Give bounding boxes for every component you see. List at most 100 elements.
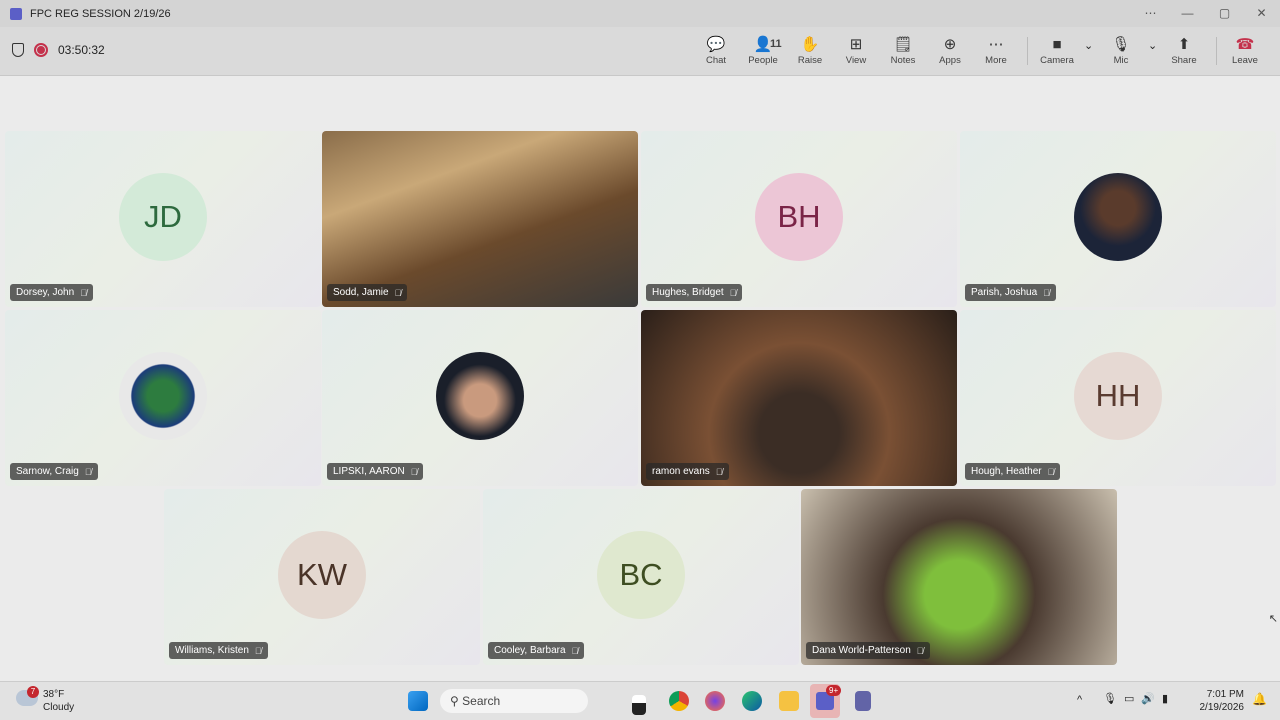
taskbar-search[interactable]: ⚲ Search <box>440 689 588 713</box>
toolbar-raise-button[interactable]: ✋ Raise <box>787 35 833 66</box>
weather-widget[interactable]: 38°F Cloudy <box>43 688 74 714</box>
participant-name: Hughes, Bridget <box>652 287 724 298</box>
avatar-initials: BH <box>755 173 843 261</box>
mic-muted-icon: 🎙̸ <box>254 645 262 656</box>
teams-logo-icon <box>10 7 22 20</box>
share-icon: ⬆ <box>1177 36 1191 53</box>
clock-time: 7:01 PM <box>1206 689 1244 700</box>
participant-name-tag: Williams, Kristen 🎙̸ <box>169 642 268 659</box>
camera-off-icon: ■ <box>1052 36 1062 53</box>
participant-name: Hough, Heather <box>971 466 1042 477</box>
mic-muted-icon: 🎙̸ <box>394 287 402 298</box>
toolbar-label: Leave <box>1232 55 1258 66</box>
toolbar-label: Notes <box>890 55 916 66</box>
apps-icon: ⊕ <box>943 36 957 53</box>
participant-name-tag: Sarnow, Craig 🎙̸ <box>10 463 98 480</box>
participant-tile[interactable]: Sarnow, Craig 🎙̸ <box>5 310 321 486</box>
participant-tile[interactable]: LIPSKI, AARON 🎙̸ <box>322 310 638 486</box>
toolbar-label: Mic <box>1113 55 1129 66</box>
toolbar-chat-button[interactable]: 💬 Chat <box>693 35 739 66</box>
mic-muted-icon: 🎙̸ <box>729 287 737 298</box>
toolbar-camera-button[interactable]: ■ Camera <box>1034 35 1080 66</box>
minimize-button[interactable]: — <box>1169 0 1206 27</box>
close-button[interactable]: ✕ <box>1243 0 1280 27</box>
search-icon: ⚲ <box>450 694 459 708</box>
mouse-cursor: ↖ <box>1268 613 1278 625</box>
chevron-down-icon[interactable]: ⌄ <box>1148 39 1157 52</box>
participant-tile[interactable]: ramon evans 🎙̸ <box>641 310 957 486</box>
weather-desc: Cloudy <box>43 702 75 713</box>
participant-name-tag: Cooley, Barbara 🎙̸ <box>488 642 585 659</box>
participant-tile[interactable]: HH Hough, Heather 🎙̸ <box>960 310 1276 486</box>
participant-name: ramon evans <box>652 466 710 477</box>
hand-icon: ✋ <box>800 36 820 53</box>
mic-muted-icon: 🎙̸ <box>1047 466 1055 477</box>
chrome-icon[interactable] <box>669 691 689 711</box>
meeting-timer: 03:50:32 <box>58 43 105 57</box>
toolbar-share-button[interactable]: ⬆ Share <box>1161 35 1207 66</box>
teams-badge: 9+ <box>826 685 842 696</box>
participant-tile[interactable]: Sodd, Jamie 🎙̸ <box>322 131 638 307</box>
toolbar-people-button[interactable]: 👤 11 People <box>740 35 786 66</box>
chevron-up-icon[interactable]: ^ <box>1077 694 1082 706</box>
toolbar-label: View <box>845 55 867 66</box>
mic-muted-icon: 🎙̸ <box>410 466 418 477</box>
participant-tile[interactable]: Dana World-Patterson 🎙̸ <box>801 489 1117 665</box>
toolbar-view-button[interactable]: ⊞ View <box>833 35 879 66</box>
more-options-button[interactable]: ⋯ <box>1132 0 1169 27</box>
notification-bell-icon[interactable]: 🔔 <box>1252 692 1267 706</box>
participant-name: Cooley, Barbara <box>494 645 566 656</box>
clock[interactable]: 7:01 PM 2/19/2026 <box>1196 688 1245 714</box>
mic-muted-icon: 🎙̸ <box>80 287 87 298</box>
toolbar-notes-button[interactable]: 🗒 Notes <box>880 35 926 66</box>
participant-name: Parish, Joshua <box>971 287 1038 298</box>
participant-name-tag: Dana World-Patterson 🎙̸ <box>806 642 930 659</box>
participant-tile[interactable]: KW Williams, Kristen 🎙̸ <box>164 489 480 665</box>
weather-temp: 38°F <box>43 689 65 700</box>
firefox-icon[interactable] <box>705 691 725 711</box>
avatar-photo <box>436 352 524 440</box>
phone-hangup-icon: ☎ <box>1235 36 1255 53</box>
toolbar-leave-button[interactable]: ☎ Leave <box>1222 35 1268 66</box>
more-icon: ⋯ <box>988 36 1004 53</box>
task-view-icon[interactable] <box>632 695 646 715</box>
chat-icon: 💬 <box>706 36 726 53</box>
participant-tile[interactable]: Parish, Joshua 🎙̸ <box>960 131 1276 307</box>
participant-name: Dorsey, John <box>16 287 75 298</box>
participant-name-tag: Hughes, Bridget 🎙̸ <box>646 284 743 301</box>
participant-tile[interactable]: BC Cooley, Barbara 🎙̸ <box>483 489 799 665</box>
teams-classic-icon[interactable] <box>855 691 871 711</box>
mic-off-icon: 🎙 <box>1111 36 1131 53</box>
toolbar-label: Camera <box>1040 55 1074 66</box>
avatar-photo <box>1074 173 1162 261</box>
notes-icon: 🗒 <box>893 36 913 53</box>
participant-name-tag: Dorsey, John 🎙̸ <box>10 284 93 301</box>
shield-icon <box>12 43 24 57</box>
toolbar-apps-button[interactable]: ⊕ Apps <box>927 35 973 66</box>
toolbar-label: More <box>985 55 1007 66</box>
chevron-down-icon[interactable]: ⌄ <box>1084 39 1093 52</box>
start-button[interactable] <box>408 691 428 711</box>
search-label: Search <box>462 694 501 708</box>
toolbar-label: Apps <box>939 55 961 66</box>
avatar-initials: BC <box>597 531 685 619</box>
participant-name-tag: LIPSKI, AARON 🎙̸ <box>327 463 424 480</box>
mic-muted-icon: 🎙̸ <box>916 645 924 656</box>
participant-tile[interactable]: BH Hughes, Bridget 🎙̸ <box>641 131 957 307</box>
toolbar-label: Chat <box>705 55 727 66</box>
participant-tile[interactable]: JD Dorsey, John 🎙̸ <box>5 131 321 307</box>
toolbar-label: People <box>748 55 778 66</box>
avatar-initials: HH <box>1074 352 1162 440</box>
toolbar-more-button[interactable]: ⋯ More <box>973 35 1019 66</box>
avatar-initials: JD <box>119 173 207 261</box>
file-explorer-icon[interactable] <box>779 691 799 711</box>
maximize-button[interactable]: ▢ <box>1206 0 1243 27</box>
avatar-initials: KW <box>278 531 366 619</box>
recording-icon <box>34 43 48 57</box>
toolbar-mic-button[interactable]: 🎙 Mic <box>1098 35 1144 66</box>
system-tray-icons[interactable]: 🎙▭🔊▮ <box>1103 692 1175 705</box>
mic-muted-icon: 🎙̸ <box>1043 287 1050 298</box>
edge-icon[interactable] <box>742 691 762 711</box>
participant-name-tag: Sodd, Jamie 🎙̸ <box>327 284 408 301</box>
mic-muted-icon: 🎙̸ <box>84 466 92 477</box>
